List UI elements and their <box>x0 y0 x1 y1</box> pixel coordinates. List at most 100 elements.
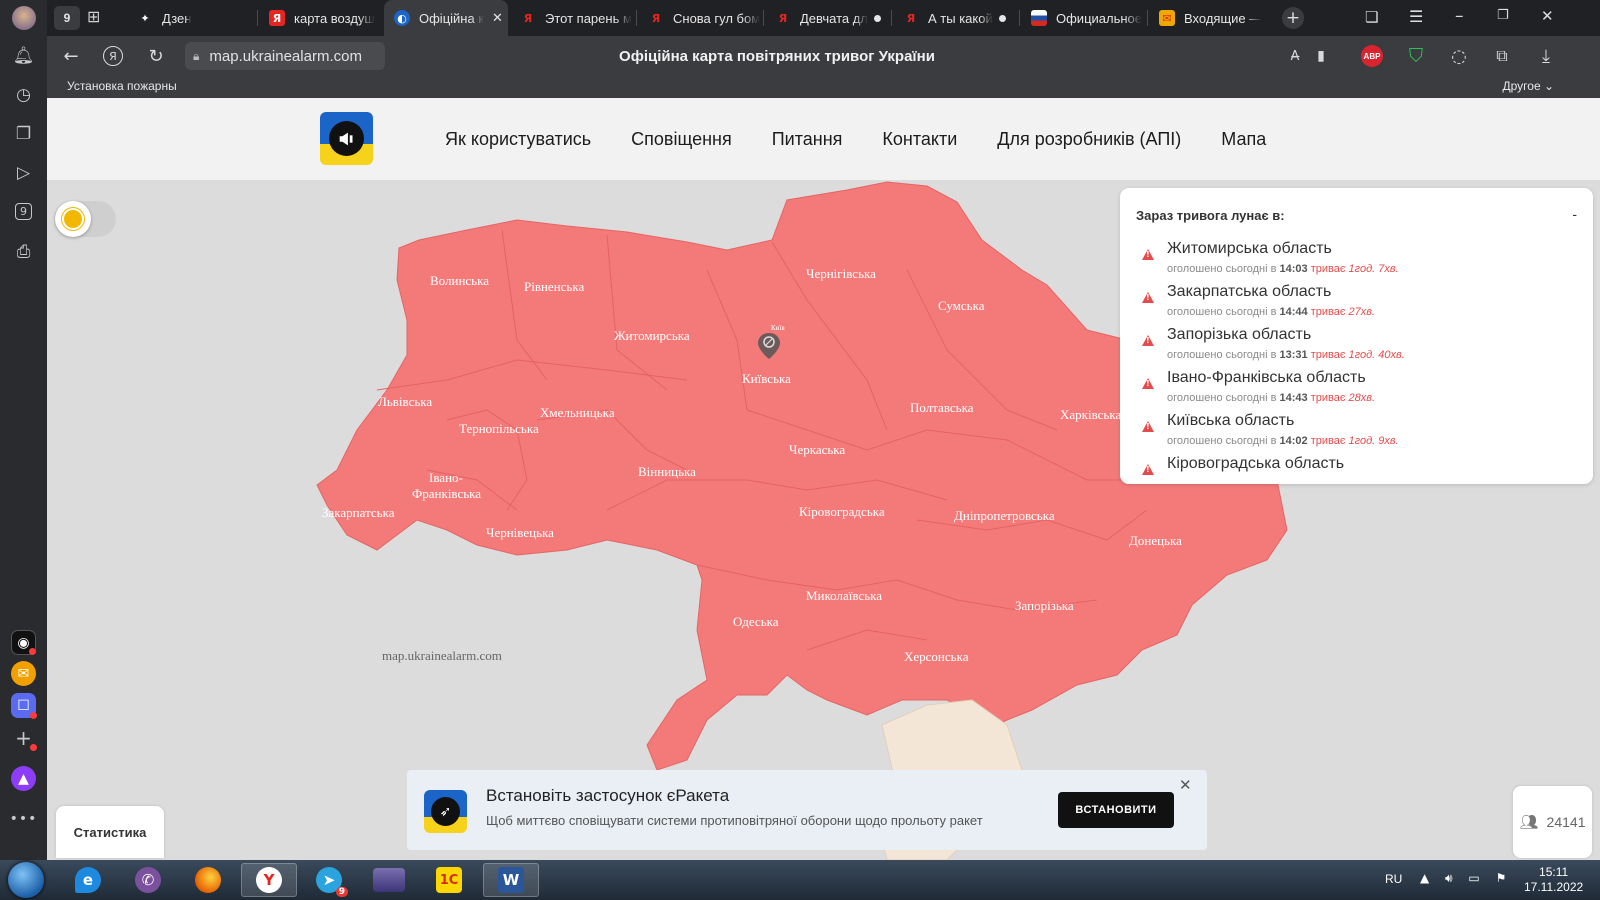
region-label[interactable]: Вінницька <box>638 464 696 479</box>
collections-panel-icon[interactable]: ❏ <box>1365 8 1378 26</box>
statistics-button[interactable]: Статистика <box>56 806 164 858</box>
translate-icon[interactable]: A̶ <box>1283 44 1307 68</box>
region-label[interactable]: Дніпропетровська <box>954 508 1055 523</box>
erocket-app-icon: ➶ <box>424 790 467 833</box>
taskbar-word-icon[interactable]: W <box>483 863 539 897</box>
banner-close-icon[interactable]: ✕ <box>1179 776 1192 794</box>
nav-contacts[interactable]: Контакти <box>882 129 957 150</box>
alerts-collapse-button[interactable]: - <box>1572 206 1577 222</box>
screenshot-camera-icon[interactable]: ⎙ <box>10 238 37 265</box>
back-arrow-icon[interactable]: ← <box>59 44 83 68</box>
region-label[interactable]: Франківська <box>412 486 481 501</box>
url-field[interactable]: 🔒︎ map.ukrainealarm.com <box>185 42 385 70</box>
alert-item[interactable]: Івано-Франківська область оголошено сьог… <box>1120 369 1593 413</box>
messenger-app-icon[interactable]: ☐ <box>11 693 37 719</box>
region-label[interactable]: Сумська <box>938 298 985 313</box>
nav-notifications[interactable]: Сповіщення <box>631 129 732 150</box>
downloads-icon[interactable]: ⤓ <box>1534 44 1558 68</box>
tab-mail-inbox[interactable]: ✉ Входящие — <box>1149 0 1273 36</box>
region-label[interactable]: Черкаська <box>789 442 845 457</box>
nav-faq[interactable]: Питання <box>772 129 843 150</box>
nav-developers-api[interactable]: Для розробників (АПІ) <box>997 129 1181 150</box>
tab-news-1[interactable]: Я Этот парень м <box>510 0 634 36</box>
tab-air-map-search[interactable]: Якарта воздуш <box>259 0 382 36</box>
bookmark-icon[interactable]: ▮ <box>1309 44 1333 68</box>
region-label[interactable]: Кіровоградська <box>799 504 885 519</box>
region-label[interactable]: Хмельницька <box>540 405 615 420</box>
alert-item[interactable]: Житомирська область оголошено сьогодні в… <box>1120 240 1593 284</box>
taskbar-ie-icon[interactable]: e <box>60 863 116 897</box>
add-app-icon[interactable]: + <box>11 725 37 751</box>
adblock-extension-icon[interactable]: ABP <box>1361 45 1383 67</box>
install-app-button[interactable]: ВСТАНОВИТИ <box>1058 792 1174 828</box>
new-tab-group-icon[interactable]: ⊞ <box>87 7 100 26</box>
notifications-bell-icon[interactable]: 🔔︎ <box>10 42 37 69</box>
region-label[interactable]: Закарпатська <box>322 505 395 520</box>
region-label[interactable]: Полтавська <box>910 400 974 415</box>
history-clock-icon[interactable]: ◷ <box>10 81 37 108</box>
tab-counter-button[interactable]: 9 <box>54 6 80 30</box>
site-logo[interactable] <box>320 112 373 165</box>
extensions-icon[interactable]: ⧉ <box>1490 44 1514 68</box>
alert-item[interactable]: Закарпатська область оголошено сьогодні … <box>1120 283 1593 327</box>
taskbar-yandex-browser-icon[interactable]: Y <box>241 863 297 897</box>
region-label[interactable]: Київська <box>742 371 791 386</box>
tab-close-icon[interactable]: ✕ <box>492 10 503 26</box>
alice-assistant-icon[interactable]: ▲ <box>11 766 36 791</box>
alice-app-icon[interactable]: ◉ <box>11 630 36 655</box>
tab-count-icon[interactable]: 9 <box>10 198 37 225</box>
tab-news-2[interactable]: Я Снова гул бом <box>638 0 762 36</box>
taskbar-1c-icon[interactable]: 1С <box>421 863 477 897</box>
region-label[interactable]: Харківська <box>1060 407 1121 422</box>
clock[interactable]: 15:11 17.11.2022 <box>1524 865 1583 895</box>
close-window-icon[interactable]: ✕ <box>1541 7 1554 25</box>
tab-news-3[interactable]: Я Девчата дл <box>765 0 889 36</box>
nav-how-to-use[interactable]: Як користуватись <box>445 129 591 150</box>
new-tab-button[interactable]: + <box>1282 7 1304 29</box>
language-indicator[interactable]: RU <box>1385 872 1402 886</box>
region-label[interactable]: Донецька <box>1129 533 1182 548</box>
taskbar-firefox-icon[interactable] <box>180 863 236 897</box>
reload-icon[interactable]: ↻ <box>144 44 168 68</box>
region-label[interactable]: Волинська <box>430 273 489 288</box>
minimize-window-icon[interactable]: – <box>1455 6 1464 26</box>
region-label[interactable]: Миколаївська <box>806 588 882 603</box>
theme-toggle[interactable] <box>54 201 116 237</box>
tab-dzen[interactable]: ✦ Дзен <box>127 0 255 36</box>
yandex-home-icon[interactable]: Я <box>101 44 125 68</box>
collections-icon[interactable]: ❐ <box>10 120 37 147</box>
tab-news-4[interactable]: Я А ты какой <box>893 0 1017 36</box>
restore-window-icon[interactable]: ❐ <box>1497 8 1509 23</box>
taskbar-explorer-icon[interactable] <box>361 863 417 897</box>
taskbar-viber-icon[interactable]: ✆ <box>120 863 176 897</box>
region-label[interactable]: Запорізька <box>1015 598 1074 613</box>
bookmark-item[interactable]: Установка пожарны <box>67 79 177 93</box>
tray-icons[interactable]: ▲ 🔊︎ ▭ ⚑ <box>1420 871 1512 886</box>
nav-map[interactable]: Мапа <box>1221 129 1266 150</box>
lightbulb-icon[interactable]: ◌ <box>1447 44 1471 68</box>
video-play-icon[interactable]: ▷ <box>10 159 37 186</box>
region-label[interactable]: Івано- <box>429 470 463 485</box>
region-label[interactable]: Львівська <box>378 394 432 409</box>
tab-official-map[interactable]: ◐ Офіційна к ✕ <box>384 0 508 36</box>
region-label[interactable]: Чернівецька <box>486 525 554 540</box>
alert-item[interactable]: Запорізька область оголошено сьогодні в … <box>1120 326 1593 370</box>
alert-item[interactable]: Кіровоградська область <box>1120 455 1593 484</box>
protect-shield-icon[interactable]: ⛉ <box>1404 44 1428 68</box>
taskbar-telegram-icon[interactable]: ➤ 9 <box>301 863 357 897</box>
other-bookmarks-menu[interactable]: Другое ⌄ <box>1502 79 1554 93</box>
start-button[interactable] <box>8 862 44 898</box>
alert-item[interactable]: Київська область оголошено сьогодні в 14… <box>1120 412 1593 456</box>
region-label[interactable]: Рівненська <box>524 279 584 294</box>
more-dots-icon[interactable]: ••• <box>10 805 37 832</box>
profile-avatar[interactable] <box>10 4 37 31</box>
menu-hamburger-icon[interactable]: ☰ <box>1409 7 1423 26</box>
region-label[interactable]: Одеська <box>733 614 779 629</box>
region-label[interactable]: Житомирська <box>614 328 690 343</box>
tab-official-site[interactable]: Официальное <box>1021 0 1145 36</box>
mail-app-icon[interactable]: ✉ <box>11 661 36 686</box>
theme-toggle-knob[interactable] <box>55 201 91 237</box>
region-label[interactable]: Херсонська <box>904 649 969 664</box>
region-label[interactable]: Чернігівська <box>806 266 876 281</box>
region-label[interactable]: Тернопільська <box>459 421 539 436</box>
